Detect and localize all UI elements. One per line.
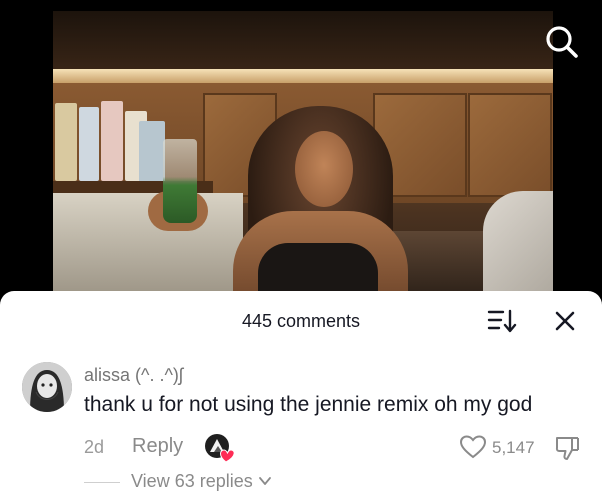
cereal-box — [101, 101, 123, 181]
replies-divider — [84, 482, 120, 483]
cabinet-door — [468, 93, 552, 197]
cereal-box — [139, 121, 165, 183]
view-replies-row[interactable]: View 63 replies — [84, 471, 384, 495]
person-face — [295, 131, 353, 207]
view-replies-button[interactable]: View 63 replies — [131, 471, 272, 492]
comments-sheet: 445 comments alissa (^. .^)ʃ thank u for… — [0, 291, 602, 504]
comment-item: alissa (^. .^)ʃ thank u for not using th… — [0, 351, 602, 504]
comment-text: thank u for not using the jennie remix o… — [84, 393, 533, 416]
comment-username[interactable]: alissa (^. .^)ʃ — [84, 365, 183, 386]
video-ceiling — [53, 11, 553, 73]
comment-time: 2d — [84, 437, 105, 457]
reply-button[interactable]: Reply — [132, 435, 183, 458]
avatar[interactable] — [22, 362, 72, 412]
sort-icon[interactable] — [487, 308, 517, 334]
chevron-down-icon — [258, 472, 272, 486]
cereal-box — [79, 107, 99, 181]
like-count: 5,147 — [492, 438, 535, 457]
search-icon[interactable] — [542, 22, 582, 62]
view-replies-label: View 63 replies — [131, 471, 253, 491]
comment-meta: 2d Reply 5,147 — [84, 434, 594, 463]
dislike-icon[interactable] — [554, 435, 580, 461]
video-light-strip — [53, 69, 553, 83]
creator-liked-icon — [204, 433, 236, 463]
heart-icon[interactable] — [459, 435, 487, 459]
cereal-box — [55, 103, 77, 181]
green-drink-glass — [163, 139, 197, 223]
video-frame[interactable] — [53, 11, 553, 301]
pillow — [483, 191, 553, 301]
comments-header: 445 comments — [0, 291, 602, 351]
close-icon[interactable] — [552, 308, 578, 334]
